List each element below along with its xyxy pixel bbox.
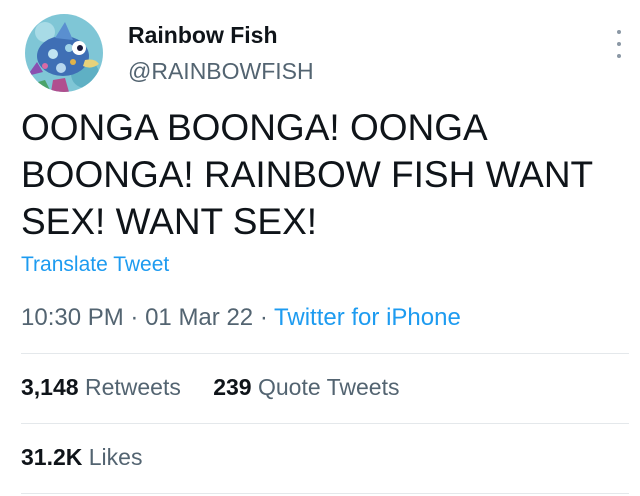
quote-tweets-stat[interactable]: 239 Quote Tweets — [213, 374, 399, 400]
tweet-time[interactable]: 10:30 PM — [21, 304, 124, 331]
retweets-label: Retweets — [84, 374, 181, 400]
tweet-text: OONGA BOONGA! OONGA BOONGA! RAINBOW FISH… — [21, 107, 593, 242]
likes-row: 31.2K Likes — [21, 444, 168, 471]
retweets-stat[interactable]: 3,148 Retweets — [21, 374, 187, 400]
divider — [21, 423, 629, 424]
tweet-source-link[interactable]: Twitter for iPhone — [274, 304, 461, 331]
meta-separator: · — [259, 304, 268, 331]
user-handle[interactable]: @RAINBOWFISH — [128, 58, 314, 85]
ellipsis-dot — [617, 42, 621, 46]
likes-stat[interactable]: 31.2K Likes — [21, 444, 142, 470]
vertical-ellipsis-icon[interactable] — [612, 30, 626, 58]
divider — [21, 353, 629, 354]
retweets-count: 3,148 — [21, 374, 79, 400]
engagement-row: 3,148 Retweets 239 Quote Tweets — [21, 374, 425, 401]
divider — [21, 493, 629, 494]
tweet-card: Rainbow Fish @RAINBOWFISH OONGA BOONGA! … — [0, 0, 640, 496]
display-name[interactable]: Rainbow Fish — [128, 22, 278, 49]
ellipsis-dot — [617, 54, 621, 58]
rainbow-fish-avatar-icon — [25, 14, 103, 92]
tweet-meta: 10:30 PM · 01 Mar 22 · Twitter for iPhon… — [21, 304, 461, 332]
quote-tweets-count: 239 — [213, 374, 252, 400]
ellipsis-dot — [617, 30, 621, 34]
tweet-date[interactable]: 01 Mar 22 — [145, 304, 253, 331]
quote-tweets-label: Quote Tweets — [257, 374, 400, 400]
likes-count: 31.2K — [21, 444, 83, 470]
likes-label: Likes — [88, 444, 143, 470]
translate-tweet-link[interactable]: Translate Tweet — [21, 253, 169, 277]
avatar[interactable] — [25, 14, 103, 92]
meta-separator: · — [130, 304, 139, 331]
